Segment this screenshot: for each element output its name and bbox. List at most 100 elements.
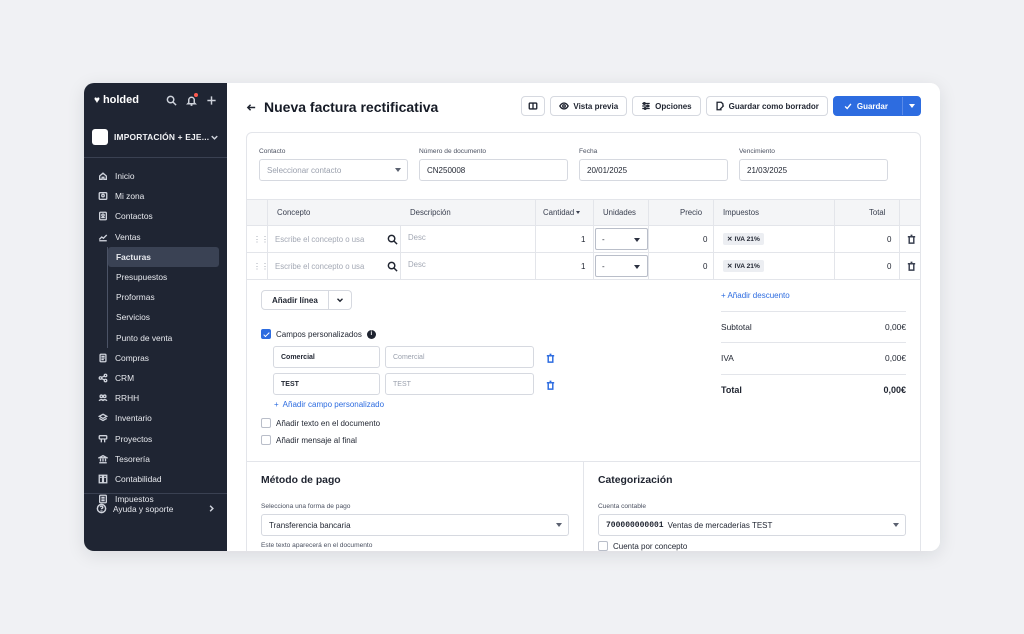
custom-field-name[interactable]: TEST <box>273 373 380 395</box>
col-concepto: Concepto <box>277 208 311 217</box>
trash-icon[interactable] <box>544 352 556 364</box>
plus-icon[interactable] <box>205 94 217 106</box>
preview-button[interactable]: Vista previa <box>550 96 628 116</box>
sub-item-servicios[interactable]: Servicios <box>108 307 219 327</box>
add-line-button[interactable]: Añadir línea <box>261 290 329 310</box>
nav-item-proyectos[interactable]: Proyectos <box>84 428 227 448</box>
sub-item-facturas[interactable]: Facturas <box>108 246 219 267</box>
add-line-options-button[interactable] <box>328 290 352 310</box>
payment-method-select[interactable]: Transferencia bancaria <box>261 514 569 536</box>
quantity-input[interactable]: 1 <box>581 226 585 252</box>
nav-label: Tesorería <box>115 453 150 464</box>
trash-icon[interactable] <box>905 253 917 279</box>
nav-item-inventario[interactable]: Inventario <box>84 408 227 428</box>
lines-table-header: Concepto Descripción Cantidad Unidades P… <box>247 199 920 226</box>
search-icon[interactable] <box>165 94 177 106</box>
tax-cell[interactable]: ✕ IVA 21% <box>723 226 764 252</box>
save-draft-button[interactable]: Guardar como borrador <box>705 96 828 116</box>
sub-item-proformas[interactable]: Proformas <box>108 287 219 307</box>
info-icon[interactable]: i <box>366 329 376 339</box>
options-button[interactable]: Opciones <box>632 96 701 116</box>
price-input[interactable]: 0 <box>703 253 707 279</box>
nav-item-mi-zona[interactable]: Mi zona <box>84 186 227 206</box>
save-options-dropdown[interactable] <box>902 97 920 115</box>
add-line-label: Añadir línea <box>272 295 318 305</box>
nav-item-crm[interactable]: CRM <box>84 368 227 388</box>
cantidad-label: Cantidad <box>543 208 575 217</box>
contact-select[interactable]: Seleccionar contacto <box>259 159 408 181</box>
custom-field-name[interactable]: Comercial <box>273 346 380 368</box>
remove-icon[interactable]: ✕ <box>727 235 733 243</box>
per-concept-toggle[interactable]: Cuenta por concepto <box>598 541 687 551</box>
add-message-checkbox[interactable] <box>261 435 271 445</box>
trash-icon[interactable] <box>905 226 917 252</box>
trash-icon[interactable] <box>544 379 556 391</box>
col-cantidad[interactable]: Cantidad <box>543 200 581 225</box>
bell-icon[interactable] <box>185 93 198 106</box>
sub-item-presupuestos[interactable]: Presupuestos <box>108 267 219 287</box>
concept-input[interactable]: Escribe el concepto o usa <box>275 253 364 279</box>
nav-label: Mi zona <box>115 191 145 202</box>
back-arrow-icon[interactable] <box>245 101 257 113</box>
custom-fields-checkbox[interactable] <box>261 329 271 339</box>
company-avatar <box>92 129 108 145</box>
add-message-toggle[interactable]: Añadir mensaje al final <box>261 435 357 445</box>
purchases-icon <box>97 352 108 363</box>
company-switcher[interactable]: IMPORTACIÓN + EJE... <box>92 127 219 147</box>
per-concept-checkbox[interactable] <box>598 541 608 551</box>
tax-tag[interactable]: ✕ IVA 21% <box>723 233 764 245</box>
units-select[interactable]: - <box>595 228 648 250</box>
tax-tag[interactable]: ✕ IVA 21% <box>723 260 764 272</box>
add-custom-field-link[interactable]: + Añadir campo personalizado <box>274 400 384 409</box>
holded-logo[interactable]: ♥ holded <box>94 94 139 106</box>
remove-icon[interactable]: ✕ <box>727 262 733 270</box>
help-support-link[interactable]: Ayuda y soporte <box>84 493 227 523</box>
sub-item-punto-de-venta[interactable]: Punto de venta <box>108 328 219 348</box>
due-date-input[interactable]: 21/03/2025 <box>739 159 888 181</box>
custom-field-value[interactable]: TEST <box>385 373 534 395</box>
tax-cell[interactable]: ✕ IVA 21% <box>723 253 764 279</box>
docnum-input[interactable]: CN250008 <box>419 159 568 181</box>
profile-icon <box>97 191 108 202</box>
col-unidades: Unidades <box>603 208 636 217</box>
description-input[interactable]: Desc <box>408 253 426 279</box>
units-value: - <box>602 261 605 271</box>
payment-method-value: Transferencia bancaria <box>269 520 351 530</box>
nav-item-tesoreria[interactable]: Tesorería <box>84 449 227 469</box>
nav-item-ventas[interactable]: Ventas <box>84 227 227 247</box>
invoice-card: Contacto Seleccionar contacto Número de … <box>246 132 921 551</box>
date-input[interactable]: 20/01/2025 <box>579 159 728 181</box>
caret-down-icon <box>556 523 562 527</box>
iva-value: 0,00€ <box>885 353 906 363</box>
nav-item-contactos[interactable]: Contactos <box>84 206 227 226</box>
quantity-input[interactable]: 1 <box>581 253 585 279</box>
price-input[interactable]: 0 <box>703 226 707 252</box>
crm-icon <box>97 372 108 383</box>
nav-label: CRM <box>115 372 135 383</box>
add-discount-link[interactable]: + Añadir descuento <box>721 291 790 300</box>
nav-item-contabilidad[interactable]: Contabilidad <box>84 469 227 489</box>
account-select[interactable]: 700000000001 Ventas de mercaderías TEST <box>598 514 906 536</box>
save-button[interactable]: Guardar <box>832 96 921 116</box>
layout-toggle-button[interactable] <box>521 96 546 116</box>
col-impuestos: Impuestos <box>723 208 759 217</box>
chevron-down-icon <box>335 295 345 305</box>
main-nav: Inicio Mi zona Contactos Ventas Facturas… <box>84 166 227 509</box>
nav-label: Contactos <box>115 211 153 222</box>
holded-heart-icon: ♥ <box>94 94 100 106</box>
nav-item-rrhh[interactable]: RRHH <box>84 388 227 408</box>
concept-input[interactable]: Escribe el concepto o usa <box>275 226 364 252</box>
description-input[interactable]: Desc <box>408 226 426 252</box>
custom-fields-toggle[interactable]: Campos personalizados i <box>261 329 376 339</box>
edit-document-icon <box>715 101 725 111</box>
search-icon[interactable] <box>386 226 398 252</box>
custom-field-value[interactable]: Comercial <box>385 346 534 368</box>
search-icon[interactable] <box>386 253 398 279</box>
units-select[interactable]: - <box>595 255 648 277</box>
brand-bar: ♥ holded <box>84 87 227 113</box>
nav-item-inicio[interactable]: Inicio <box>84 166 227 186</box>
nav-item-compras[interactable]: Compras <box>84 348 227 368</box>
add-text-checkbox[interactable] <box>261 418 271 428</box>
add-text-toggle[interactable]: Añadir texto en el documento <box>261 418 380 428</box>
sort-icon <box>576 211 581 214</box>
